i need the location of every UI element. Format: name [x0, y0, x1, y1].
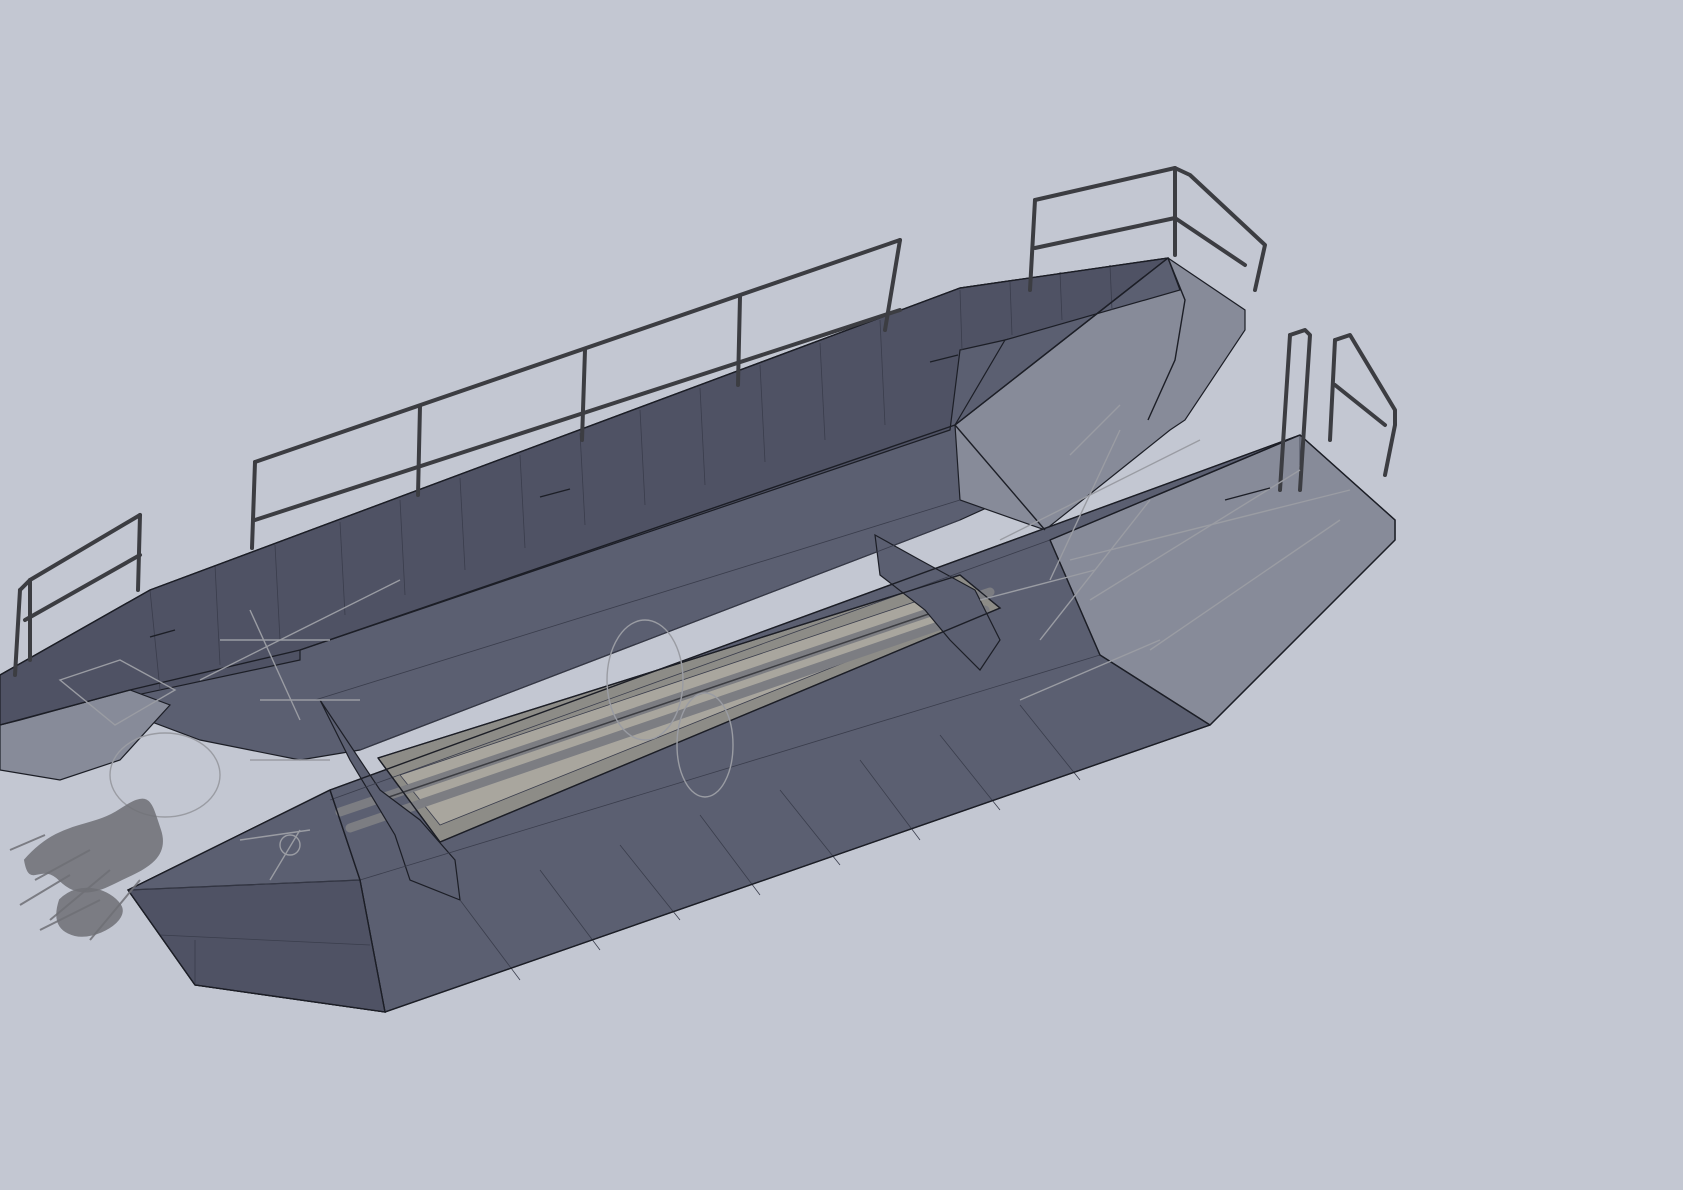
model-view-canvas[interactable]: [0, 0, 1683, 1190]
cad-3d-viewport[interactable]: [0, 0, 1683, 1190]
